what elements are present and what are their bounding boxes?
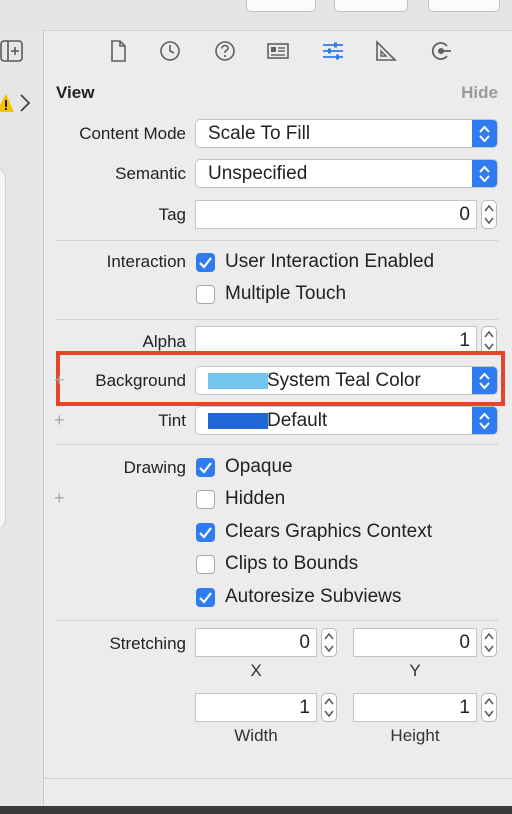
up-down-arrows-icon xyxy=(472,367,497,394)
identity-icon[interactable] xyxy=(265,38,291,64)
clears-graphics-context-checkbox[interactable] xyxy=(196,523,215,542)
tint-color-swatch xyxy=(208,413,268,429)
up-down-arrows-icon xyxy=(472,120,497,147)
content-mode-label: Content Mode xyxy=(79,124,186,143)
separator xyxy=(56,240,498,241)
clips-to-bounds-label: Clips to Bounds xyxy=(225,553,359,574)
size-ruler-icon[interactable] xyxy=(373,38,399,64)
hidden-label: Hidden xyxy=(225,488,286,509)
chevron-right-icon[interactable] xyxy=(17,92,33,114)
hide-button[interactable]: Hide xyxy=(448,83,498,103)
background-label: Background xyxy=(95,371,186,390)
separator xyxy=(56,444,498,445)
stretching-height-caption: Height xyxy=(390,726,440,745)
stretching-y-stepper[interactable] xyxy=(481,628,497,657)
separator xyxy=(56,620,498,621)
canvas-edge xyxy=(0,168,6,530)
add-variation-icon[interactable]: + xyxy=(54,488,65,509)
clears-graphics-context-label: Clears Graphics Context xyxy=(225,521,432,542)
interaction-label: Interaction xyxy=(106,252,186,271)
opaque-checkbox[interactable] xyxy=(196,458,215,477)
tint-color-popup[interactable]: Default xyxy=(195,406,498,435)
opaque-label: Opaque xyxy=(225,456,293,477)
toolbar-button[interactable] xyxy=(246,0,316,12)
warning-icon[interactable] xyxy=(0,92,14,114)
alpha-label: Alpha xyxy=(142,332,186,351)
stretching-width-field[interactable]: 1 xyxy=(195,693,317,722)
add-editor-icon[interactable] xyxy=(0,38,24,64)
window-bottom-edge xyxy=(0,806,512,814)
tag-label: Tag xyxy=(158,205,186,224)
semantic-label: Semantic xyxy=(115,164,186,183)
semantic-popup[interactable]: Unspecified xyxy=(195,159,498,188)
toolbar-button[interactable] xyxy=(428,0,500,12)
hidden-checkbox[interactable] xyxy=(196,490,215,509)
stretching-height-stepper[interactable] xyxy=(481,693,497,722)
stretching-label: Stretching xyxy=(109,634,186,653)
tag-stepper[interactable] xyxy=(481,200,497,229)
navigator-pane xyxy=(0,30,44,806)
drawing-label: Drawing xyxy=(123,458,186,477)
tint-label: Tint xyxy=(158,411,186,430)
connections-icon[interactable] xyxy=(428,38,454,64)
history-icon[interactable] xyxy=(157,38,183,64)
content-mode-popup[interactable]: Scale To Fill xyxy=(195,119,498,148)
stretching-width-caption: Width xyxy=(234,726,278,745)
tag-field[interactable]: 0 xyxy=(195,200,477,229)
up-down-arrows-icon xyxy=(472,160,497,187)
multiple-touch-checkbox[interactable] xyxy=(196,285,215,304)
attributes-icon[interactable] xyxy=(320,38,346,64)
toolbar-button[interactable] xyxy=(334,0,408,12)
help-icon[interactable] xyxy=(212,38,238,64)
autoresize-subviews-checkbox[interactable] xyxy=(196,588,215,607)
content-mode-value: Scale To Fill xyxy=(208,123,311,144)
stretching-height-field[interactable]: 1 xyxy=(353,693,477,722)
stretching-x-field[interactable]: 0 xyxy=(195,628,317,657)
separator xyxy=(44,778,512,779)
tint-value: Default xyxy=(267,410,328,431)
stretching-x-caption: X xyxy=(250,661,262,680)
semantic-value: Unspecified xyxy=(208,163,308,184)
section-title: View xyxy=(56,83,95,102)
user-interaction-label: User Interaction Enabled xyxy=(225,251,435,272)
up-down-arrows-icon xyxy=(472,407,497,434)
autoresize-subviews-label: Autoresize Subviews xyxy=(225,586,402,607)
file-icon[interactable] xyxy=(105,38,131,64)
user-interaction-checkbox[interactable] xyxy=(196,253,215,272)
stretching-width-stepper[interactable] xyxy=(321,693,337,722)
separator xyxy=(56,319,498,320)
background-color-swatch xyxy=(208,373,268,389)
stretching-y-caption: Y xyxy=(409,661,421,680)
stretching-y-field[interactable]: 0 xyxy=(353,628,477,657)
clips-to-bounds-checkbox[interactable] xyxy=(196,555,215,574)
multiple-touch-label: Multiple Touch xyxy=(225,283,347,304)
background-color-popup[interactable]: System Teal Color xyxy=(195,366,498,395)
background-value: System Teal Color xyxy=(267,370,421,391)
stretching-x-stepper[interactable] xyxy=(321,628,337,657)
